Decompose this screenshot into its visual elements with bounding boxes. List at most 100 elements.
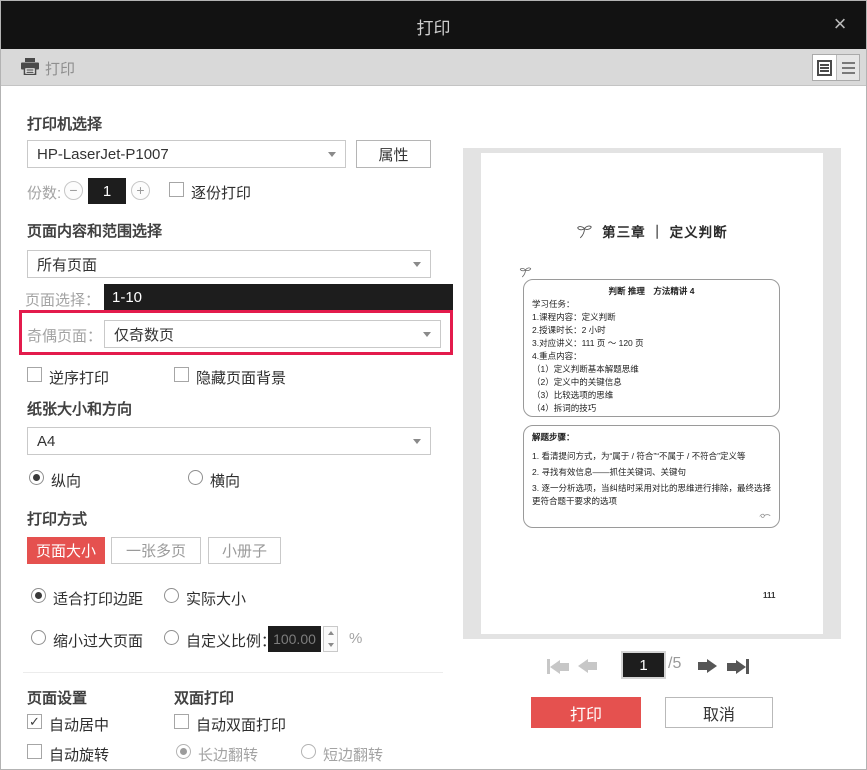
short-edge-label[interactable]: 短边翻转 <box>323 744 383 765</box>
page-range-select[interactable]: 所有页面 <box>27 250 431 278</box>
custom-scale-input[interactable]: 100.00 <box>268 626 321 652</box>
section-divider <box>23 672 443 673</box>
arrow-left-icon <box>550 659 560 674</box>
tab-page-size[interactable]: 页面大小 <box>27 537 105 564</box>
solution-step-line: 3. 逐一分析选项，当纠结时采用对比的思维进行排除，最终选择更符合题干要求的选项 <box>532 483 771 506</box>
study-task-line: （4）拆词的技巧 <box>532 403 597 413</box>
detail-view-button[interactable] <box>813 55 836 80</box>
range-section-title: 页面内容和范围选择 <box>27 223 163 240</box>
stem <box>588 662 597 670</box>
arrow-right-icon <box>707 659 717 673</box>
actual-size-label[interactable]: 实际大小 <box>186 588 246 609</box>
solution-step-line: 2. 寻找有效信息——抓住关键词、关键句 <box>532 467 686 477</box>
page-setup-title: 页面设置 <box>27 690 88 707</box>
previous-page-button[interactable] <box>578 659 597 673</box>
dialog-toolbar: 打印 <box>1 49 866 86</box>
preview-page-number: 111 <box>763 591 776 600</box>
study-task-title: 判断 推理 方法精讲 4 <box>608 286 695 296</box>
portrait-radio[interactable] <box>29 470 44 485</box>
percent-label: % <box>349 630 363 647</box>
reverse-order-label[interactable]: 逆序打印 <box>49 367 109 388</box>
auto-rotate-checkbox[interactable] <box>27 744 42 759</box>
arrow-left-icon <box>578 659 588 673</box>
close-icon[interactable]: × <box>826 10 854 38</box>
collate-label[interactable]: 逐份打印 <box>191 182 251 203</box>
shrink-oversized-label[interactable]: 缩小过大页面 <box>53 630 143 651</box>
study-task-line: （1）定义判断基本解题思维 <box>532 364 639 374</box>
chapter-heading: 第三章 ｜ 定义判断 <box>481 221 823 241</box>
custom-scale-radio[interactable] <box>164 630 179 645</box>
auto-duplex-label[interactable]: 自动双面打印 <box>196 714 286 735</box>
sprout-icon <box>577 225 593 239</box>
toolbar-title: 打印 <box>45 61 76 78</box>
list-view-button[interactable] <box>836 55 859 80</box>
chevron-down-icon <box>413 261 421 267</box>
study-task-line: 4.重点内容： <box>532 351 582 361</box>
mode-section-title: 打印方式 <box>27 511 88 528</box>
print-button-label: 打印 <box>569 706 602 724</box>
print-button[interactable]: 打印 <box>531 697 641 728</box>
next-page-button[interactable] <box>698 659 717 673</box>
properties-label: 属性 <box>378 146 409 164</box>
flourish-icon <box>759 506 771 524</box>
spinner-down-icon[interactable] <box>324 639 337 651</box>
spinner-up-icon[interactable] <box>324 627 337 639</box>
cancel-button-label: 取消 <box>702 706 735 724</box>
scale-spinner[interactable] <box>323 626 338 652</box>
odd-even-label: 奇偶页面： <box>27 328 103 345</box>
auto-rotate-label[interactable]: 自动旋转 <box>49 744 109 765</box>
hide-background-checkbox[interactable] <box>174 367 189 382</box>
chevron-down-icon <box>328 151 336 157</box>
printer-section-title: 打印机选择 <box>27 116 103 133</box>
reverse-order-checkbox[interactable] <box>27 367 42 382</box>
arrow-right-icon <box>736 659 746 674</box>
page-total-label: /5 <box>668 655 682 672</box>
odd-even-value: 仅奇数页 <box>114 326 175 344</box>
tab-booklet[interactable]: 小册子 <box>208 537 281 564</box>
study-task-box: 判断 推理 方法精讲 4 学习任务： 1.课程内容：定义判断 2.授课时长：2 … <box>523 279 780 417</box>
fit-margins-radio[interactable] <box>31 588 46 603</box>
collate-checkbox[interactable] <box>169 182 184 197</box>
custom-scale-label[interactable]: 自定义比例： <box>186 630 276 651</box>
first-page-button[interactable] <box>547 659 569 674</box>
copies-input[interactable]: 1 <box>88 178 126 204</box>
cancel-button[interactable]: 取消 <box>665 697 773 728</box>
tab-multiple-per-sheet[interactable]: 一张多页 <box>111 537 201 564</box>
printer-name: HP-LaserJet-P1007 <box>37 145 169 163</box>
preview-page: 第三章 ｜ 定义判断 判断 推理 方法精讲 4 学习任务： 1.课程内容：定义判… <box>481 153 823 634</box>
auto-duplex-checkbox[interactable] <box>174 714 189 729</box>
hide-background-label[interactable]: 隐藏页面背景 <box>196 367 286 388</box>
landscape-label[interactable]: 横向 <box>210 470 240 491</box>
study-task-line: 1.课程内容：定义判断 <box>532 312 616 322</box>
solution-steps-box: 解题步骤： 1. 看清提问方式，为“属于 / 符合”“不属于 / 不符合”定义等… <box>523 425 780 528</box>
portrait-label[interactable]: 纵向 <box>51 470 81 491</box>
long-edge-label[interactable]: 长边翻转 <box>198 744 258 765</box>
tab-multiple-label: 一张多页 <box>125 543 186 560</box>
duplex-title: 双面打印 <box>174 690 235 707</box>
dialog-title: 打印 <box>416 19 451 38</box>
auto-center-checkbox[interactable]: ✓ <box>27 714 42 729</box>
long-edge-radio[interactable] <box>176 744 191 759</box>
title-bar: 打印 × <box>1 1 866 49</box>
auto-center-label[interactable]: 自动居中 <box>49 714 109 735</box>
landscape-radio[interactable] <box>188 470 203 485</box>
copies-decrement-button[interactable]: − <box>64 181 83 200</box>
study-task-line: 3.对应讲义：111 页 ～ 120 页 <box>532 338 644 348</box>
page-select-input[interactable]: 1-10 <box>104 284 453 310</box>
document-lines-icon <box>817 59 832 76</box>
fit-margins-label[interactable]: 适合打印边距 <box>53 588 143 609</box>
chevron-down-icon <box>413 438 421 444</box>
last-page-button[interactable] <box>727 659 749 674</box>
short-edge-radio[interactable] <box>301 744 316 759</box>
paper-size-select[interactable]: A4 <box>27 427 431 455</box>
odd-even-select[interactable]: 仅奇数页 <box>104 320 441 348</box>
printer-select[interactable]: HP-LaserJet-P1007 <box>27 140 346 168</box>
actual-size-radio[interactable] <box>164 588 179 603</box>
properties-button[interactable]: 属性 <box>356 140 431 168</box>
stem <box>698 662 707 670</box>
stem <box>727 662 736 671</box>
shrink-oversized-radio[interactable] <box>31 630 46 645</box>
copies-increment-button[interactable]: + <box>131 181 150 200</box>
current-page-input[interactable]: 1 <box>621 651 666 679</box>
study-task-line: 学习任务： <box>532 299 575 309</box>
